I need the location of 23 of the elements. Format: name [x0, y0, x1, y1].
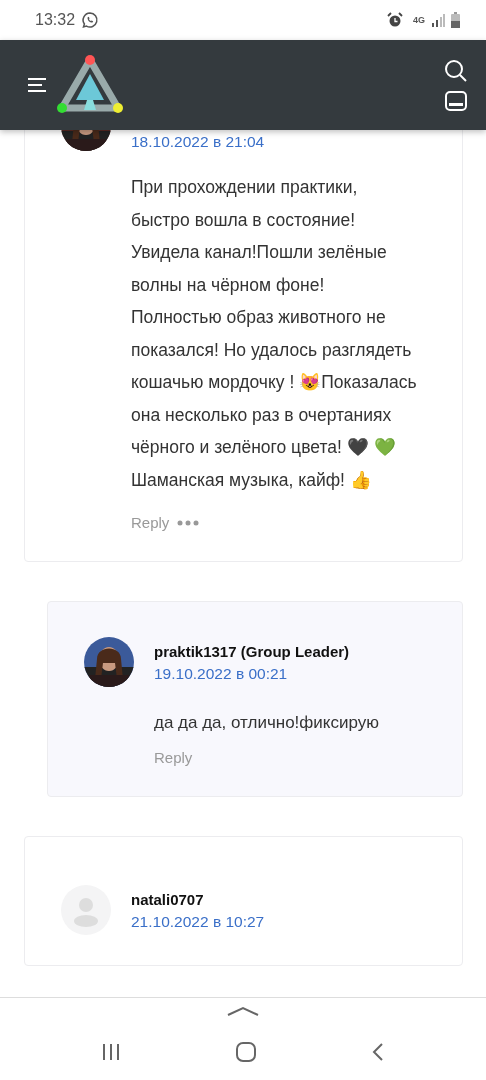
search-icon[interactable] [444, 59, 468, 83]
alarm-icon [387, 12, 403, 28]
more-icon[interactable] [177, 519, 200, 526]
status-time: 13:32 [35, 11, 76, 29]
reply-link[interactable]: Reply [131, 514, 170, 531]
comment-text: При прохождении практики, быстро вошла в состояние! Увидела канал!Пошли зелёные волны на чёрном фоне! Полностью образ животного не показался! Но удалось разглядеть кошачью мордочку ! 😻Показалась она несколько раз в очертаниях чёрного и зелёного цвета! 🖤 💚 Шаманская музыка, кайф! 👍 [131, 176, 417, 492]
network-label: 4G [413, 15, 425, 25]
recent-apps-icon[interactable] [102, 1043, 120, 1061]
author-name[interactable]: natali0707 [131, 891, 265, 908]
comment-date[interactable]: 21.10.2022 в 10:27 [131, 913, 265, 931]
menu-icon[interactable] [28, 78, 48, 92]
author-name[interactable]: praktik1317 (Group Leader) [154, 643, 350, 660]
battery-icon [451, 12, 460, 28]
comment-text: да да да, отлично!фиксирую [154, 712, 380, 734]
chevron-up-icon[interactable] [227, 1006, 259, 1016]
comment-date[interactable]: 19.10.2022 в 00:21 [154, 665, 350, 683]
signal-icon [431, 13, 445, 27]
home-icon[interactable] [236, 1042, 256, 1062]
back-icon[interactable] [372, 1043, 384, 1061]
chat-bubble-icon [81, 11, 100, 29]
comment-date[interactable]: 18.10.2022 в 21:04 [131, 133, 265, 151]
panel-icon[interactable] [445, 91, 467, 111]
reply-link[interactable]: Reply [154, 749, 193, 766]
